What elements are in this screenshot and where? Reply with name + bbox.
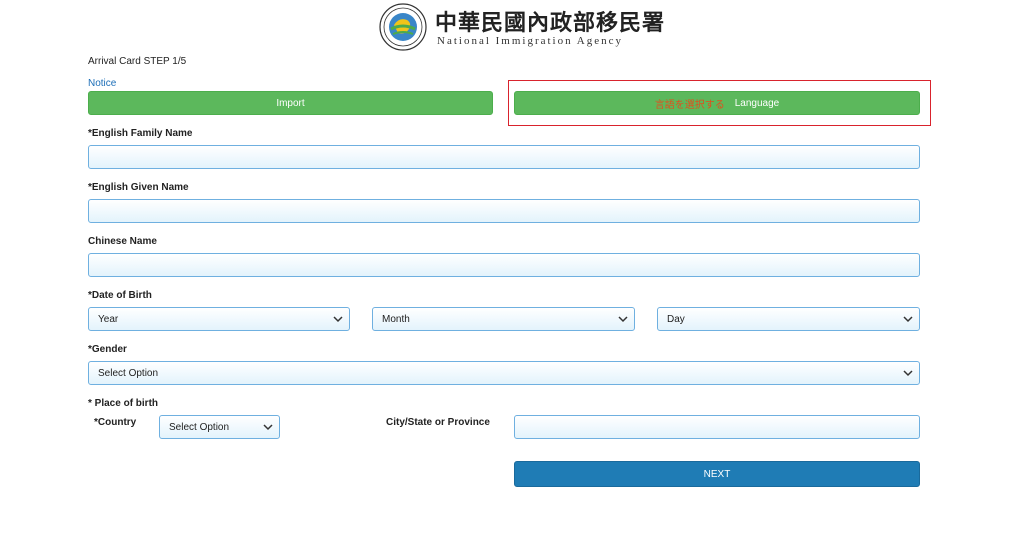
chevron-down-icon: [618, 316, 628, 323]
city-label: City/State or Province: [386, 417, 490, 428]
birth-day-value: Day: [667, 313, 685, 325]
import-button-label: Import: [276, 97, 305, 109]
family-name-input[interactable]: [88, 145, 920, 169]
agency-logo: 中華民國內政部移民署 National Immigration Agency: [379, 3, 664, 51]
country-value: Select Option: [169, 421, 230, 433]
gender-select[interactable]: Select Option: [88, 361, 920, 385]
chevron-down-icon: [903, 316, 913, 323]
family-name-label: *English Family Name: [88, 128, 193, 139]
place-of-birth-label: * Place of birth: [88, 398, 159, 409]
birth-year-value: Year: [98, 313, 119, 325]
chevron-down-icon: [263, 424, 273, 431]
language-button[interactable]: 言語を選択する Language: [514, 91, 920, 115]
gender-value: Select Option: [98, 367, 159, 379]
country-select[interactable]: Select Option: [159, 415, 280, 439]
import-button[interactable]: Import: [88, 91, 493, 115]
page-header: 中華民國內政部移民署 National Immigration Agency: [0, 0, 1024, 52]
agency-name-chinese: 中華民國內政部移民署: [435, 10, 666, 36]
gender-label: *Gender: [88, 344, 127, 355]
next-button-label: NEXT: [703, 468, 731, 480]
birth-day-select[interactable]: Day: [657, 307, 920, 331]
notice-link[interactable]: Notice: [88, 78, 116, 89]
chinese-name-input[interactable]: [88, 253, 920, 277]
given-name-label: *English Given Name: [88, 182, 189, 193]
country-label: *Country: [94, 417, 137, 428]
birth-month-select[interactable]: Month: [372, 307, 635, 331]
agency-seal-icon: [379, 3, 427, 51]
chevron-down-icon: [333, 316, 343, 323]
language-label: Language: [734, 97, 780, 109]
chevron-down-icon: [903, 370, 913, 377]
chinese-name-label: Chinese Name: [88, 236, 157, 247]
given-name-input[interactable]: [88, 199, 920, 223]
city-input[interactable]: [514, 415, 920, 439]
agency-name-english: National Immigration Agency: [437, 35, 623, 47]
date-of-birth-label: *Date of Birth: [88, 290, 152, 301]
next-button[interactable]: NEXT: [514, 461, 920, 487]
birth-year-select[interactable]: Year: [88, 307, 350, 331]
step-indicator: Arrival Card STEP 1/5: [88, 56, 187, 67]
language-japanese-label: 言語を選択する: [654, 99, 725, 111]
birth-month-value: Month: [382, 313, 410, 325]
